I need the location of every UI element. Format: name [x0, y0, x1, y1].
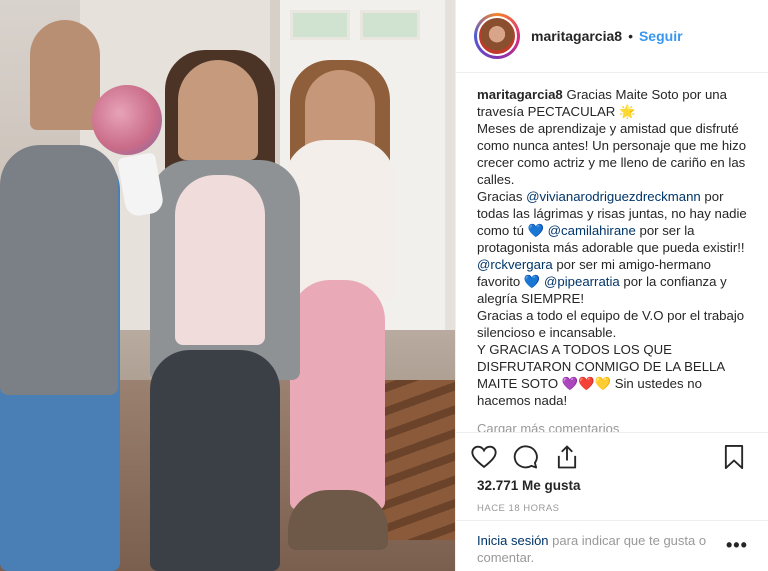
- photo-window: [290, 10, 350, 40]
- login-link[interactable]: Inicia sesión: [477, 533, 549, 548]
- avatar-image: [477, 16, 517, 56]
- avatar[interactable]: [474, 13, 520, 59]
- caption-text: Meses de aprendizaje y amistad que disfr…: [477, 121, 747, 187]
- post-photo[interactable]: [0, 0, 455, 571]
- photo-window: [360, 10, 420, 40]
- login-prompt: Inicia sesión para indicar que te gusta …: [477, 532, 722, 566]
- photo-person-main-jeans: [150, 350, 280, 571]
- mention-link[interactable]: @vivianarodriguezdreckmann: [526, 189, 701, 204]
- caption-text: Gracias a todo el equipo de V.O por el t…: [477, 308, 745, 340]
- bookmark-icon[interactable]: [720, 443, 748, 471]
- blue-heart-emoji: 💙: [527, 223, 544, 238]
- caption-paragraph-3: Y GRACIAS A TODOS LOS QUE DISFRUTARON CO…: [477, 341, 757, 409]
- separator-dot: •: [628, 28, 633, 44]
- mention-link[interactable]: @pipearratia: [544, 274, 620, 289]
- load-more-comments-link[interactable]: Cargar más comentarios: [477, 421, 619, 432]
- mention-link[interactable]: @camilahirane: [548, 223, 636, 238]
- photo-flowers: [92, 85, 162, 155]
- photo-person-main-head: [178, 60, 258, 160]
- comment-icon[interactable]: [511, 443, 539, 471]
- photo-person-right-body: [285, 140, 395, 300]
- caption-paragraph-1: maritagarcia8 Gracias Maite Soto por una…: [477, 86, 757, 120]
- post-actions: [456, 432, 768, 482]
- photo-person-main-shirt: [175, 175, 265, 345]
- username-link[interactable]: maritagarcia8: [531, 28, 622, 44]
- post-header: maritagarcia8 • Seguir: [456, 0, 768, 73]
- photo-person-right-legs: [290, 280, 385, 510]
- like-count[interactable]: 32.771 Me gusta: [477, 478, 581, 493]
- post-timestamp[interactable]: HACE 18 HORAS: [477, 503, 560, 514]
- login-bar: Inicia sesión para indicar que te gusta …: [456, 520, 768, 571]
- post-caption: maritagarcia8 Gracias Maite Soto por una…: [477, 86, 757, 409]
- caption-text: Gracias: [477, 189, 527, 204]
- caption-username[interactable]: maritagarcia8: [477, 87, 563, 102]
- photo-person-left-jacket: [0, 145, 118, 395]
- post-sidebar: maritagarcia8 • Seguir maritagarcia8 Gra…: [455, 0, 768, 571]
- photo-person-left-head: [30, 20, 100, 130]
- caption-paragraph-2: Gracias @vivianarodriguezdreckmann por t…: [477, 188, 757, 307]
- more-options-icon[interactable]: •••: [726, 535, 748, 556]
- heart-icon[interactable]: [470, 443, 498, 471]
- follow-button[interactable]: Seguir: [639, 28, 683, 44]
- hearts-emoji: 💜❤️💛: [561, 376, 612, 391]
- share-icon[interactable]: [553, 443, 581, 471]
- blue-heart-emoji: 💙: [523, 274, 541, 289]
- star-emoji: 🌟: [618, 104, 636, 119]
- mention-link[interactable]: @rckvergara: [477, 257, 553, 272]
- photo-person-right-boots: [288, 490, 388, 550]
